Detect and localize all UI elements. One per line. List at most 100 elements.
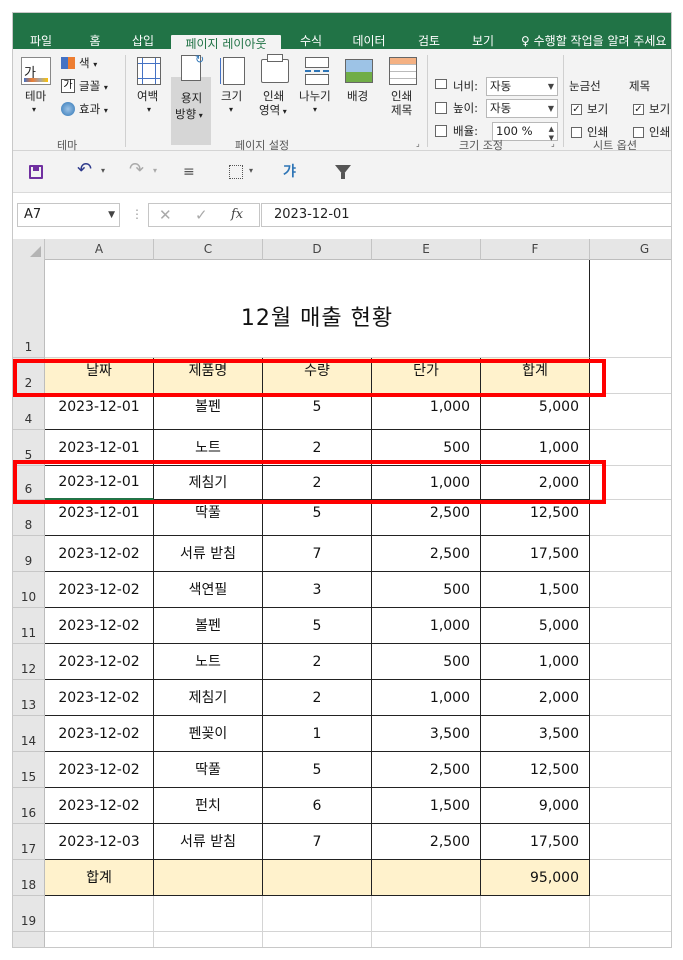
print-area-label-1[interactable]: 인쇄 bbox=[263, 89, 284, 103]
data-cell[interactable]: 500 bbox=[372, 572, 481, 608]
borders-dropdown-icon[interactable]: ▾ bbox=[249, 166, 253, 175]
colors-icon[interactable] bbox=[61, 57, 75, 69]
tab-formulas[interactable]: 수식 bbox=[291, 33, 331, 49]
fonts-icon[interactable]: 가 bbox=[61, 79, 75, 93]
data-cell[interactable]: 서류 받침 bbox=[154, 536, 263, 572]
data-cell[interactable]: 2023-12-02 bbox=[45, 572, 154, 608]
empty-cell[interactable] bbox=[372, 932, 481, 947]
empty-cell[interactable] bbox=[481, 932, 590, 947]
empty-cell[interactable] bbox=[590, 824, 671, 860]
data-cell[interactable]: 5 bbox=[263, 500, 372, 536]
colors-button[interactable]: 색 ▾ bbox=[79, 56, 97, 72]
empty-cell[interactable] bbox=[590, 716, 671, 752]
empty-cell[interactable] bbox=[590, 500, 671, 536]
row-header[interactable]: 12 bbox=[13, 644, 45, 680]
empty-cell[interactable] bbox=[481, 896, 590, 932]
row-header[interactable]: 14 bbox=[13, 716, 45, 752]
data-cell[interactable]: 노트 bbox=[154, 644, 263, 680]
data-cell[interactable]: 2,000 bbox=[481, 680, 590, 716]
data-cell[interactable]: 5,000 bbox=[481, 608, 590, 644]
data-cell[interactable]: 3,500 bbox=[481, 716, 590, 752]
row-header[interactable]: 10 bbox=[13, 572, 45, 608]
data-cell[interactable]: 2023-12-02 bbox=[45, 644, 154, 680]
empty-cell[interactable] bbox=[590, 608, 671, 644]
print-titles-label-2[interactable]: 제목 bbox=[391, 103, 412, 117]
size-button-label[interactable]: 크기 bbox=[221, 89, 242, 103]
data-cell[interactable]: 2,500 bbox=[372, 500, 481, 536]
data-cell[interactable]: 5,000 bbox=[481, 394, 590, 430]
empty-cell[interactable] bbox=[45, 896, 154, 932]
data-cell[interactable]: 5 bbox=[263, 608, 372, 644]
data-cell[interactable]: 2,500 bbox=[372, 536, 481, 572]
row-header[interactable]: 13 bbox=[13, 680, 45, 716]
tell-me-search[interactable]: ♀ 수행할 작업을 알려 주세요 bbox=[521, 33, 671, 49]
title-cell[interactable]: 12월 매출 현황 bbox=[45, 260, 590, 358]
headings-view-checkbox[interactable]: ✓ bbox=[633, 104, 644, 115]
empty-cell[interactable] bbox=[590, 394, 671, 430]
row-header[interactable]: 8 bbox=[13, 500, 45, 536]
breaks-button-label[interactable]: 나누기 bbox=[299, 89, 331, 103]
tab-view[interactable]: 보기 bbox=[463, 33, 503, 49]
row-header[interactable]: 15 bbox=[13, 752, 45, 788]
row-header[interactable]: 20 bbox=[13, 932, 45, 947]
empty-cell[interactable] bbox=[154, 896, 263, 932]
enter-icon[interactable]: ✓ bbox=[195, 206, 208, 224]
empty-cell[interactable] bbox=[590, 752, 671, 788]
insert-function-icon[interactable]: fx bbox=[231, 207, 243, 222]
data-cell[interactable]: 색연필 bbox=[154, 572, 263, 608]
empty-cell[interactable] bbox=[590, 572, 671, 608]
data-cell[interactable]: 1,000 bbox=[372, 680, 481, 716]
column-header-a[interactable]: A bbox=[45, 239, 154, 260]
data-cell[interactable]: 서류 받침 bbox=[154, 824, 263, 860]
background-button-label[interactable]: 배경 bbox=[347, 89, 368, 103]
spelling-icon[interactable]: 갸 bbox=[283, 161, 296, 181]
tab-data[interactable]: 데이터 bbox=[345, 33, 393, 49]
print-titles-label-1[interactable]: 인쇄 bbox=[391, 89, 412, 103]
tab-home[interactable]: 홈 bbox=[77, 33, 113, 49]
margins-icon[interactable] bbox=[137, 57, 161, 85]
column-header-g[interactable]: G bbox=[590, 239, 671, 260]
width-select[interactable]: 자동 ▼ bbox=[486, 77, 558, 96]
data-cell[interactable]: 2023-12-02 bbox=[45, 536, 154, 572]
data-cell[interactable]: 2023-12-01 bbox=[45, 394, 154, 430]
data-cell[interactable]: 딱풀 bbox=[154, 752, 263, 788]
margins-button-label[interactable]: 여백 bbox=[137, 89, 158, 103]
column-header-d[interactable]: D bbox=[263, 239, 372, 260]
background-icon[interactable] bbox=[345, 59, 373, 83]
row-header[interactable]: 17 bbox=[13, 824, 45, 860]
redo-dropdown-icon[interactable]: ▾ bbox=[153, 166, 157, 175]
data-cell[interactable]: 7 bbox=[263, 824, 372, 860]
data-cell[interactable]: 500 bbox=[372, 644, 481, 680]
data-cell[interactable]: 9,000 bbox=[481, 788, 590, 824]
data-cell[interactable]: 3,500 bbox=[372, 716, 481, 752]
data-cell[interactable]: 3 bbox=[263, 572, 372, 608]
name-box[interactable]: A7 ▼ bbox=[17, 203, 120, 227]
center-align-icon[interactable]: ≡ bbox=[183, 165, 195, 179]
data-cell[interactable]: 1,500 bbox=[372, 788, 481, 824]
borders-icon[interactable] bbox=[229, 165, 243, 179]
total-cell[interactable] bbox=[372, 860, 481, 896]
row-header[interactable]: 4 bbox=[13, 394, 45, 430]
row-header[interactable]: 19 bbox=[13, 896, 45, 932]
total-value-cell[interactable]: 95,000 bbox=[481, 860, 590, 896]
data-cell[interactable]: 6 bbox=[263, 788, 372, 824]
data-cell[interactable]: 2 bbox=[263, 644, 372, 680]
gridlines-print-checkbox[interactable] bbox=[571, 127, 582, 138]
cancel-icon[interactable]: ✕ bbox=[159, 206, 172, 224]
print-area-icon[interactable] bbox=[261, 54, 289, 83]
empty-cell[interactable] bbox=[590, 932, 671, 947]
row-header[interactable]: 11 bbox=[13, 608, 45, 644]
size-icon[interactable] bbox=[220, 57, 245, 85]
data-cell[interactable]: 5 bbox=[263, 752, 372, 788]
data-cell[interactable]: 1,500 bbox=[481, 572, 590, 608]
data-cell[interactable]: 2,500 bbox=[372, 752, 481, 788]
data-cell[interactable]: 2023-12-02 bbox=[45, 716, 154, 752]
empty-cell[interactable] bbox=[590, 644, 671, 680]
print-area-label-2[interactable]: 영역 ▾ bbox=[259, 103, 287, 119]
data-cell[interactable]: 펜꽂이 bbox=[154, 716, 263, 752]
data-cell[interactable]: 2023-12-02 bbox=[45, 752, 154, 788]
tab-file[interactable]: 파일 bbox=[23, 33, 59, 49]
empty-cell[interactable] bbox=[263, 932, 372, 947]
empty-cell[interactable] bbox=[590, 680, 671, 716]
empty-cell[interactable] bbox=[154, 932, 263, 947]
